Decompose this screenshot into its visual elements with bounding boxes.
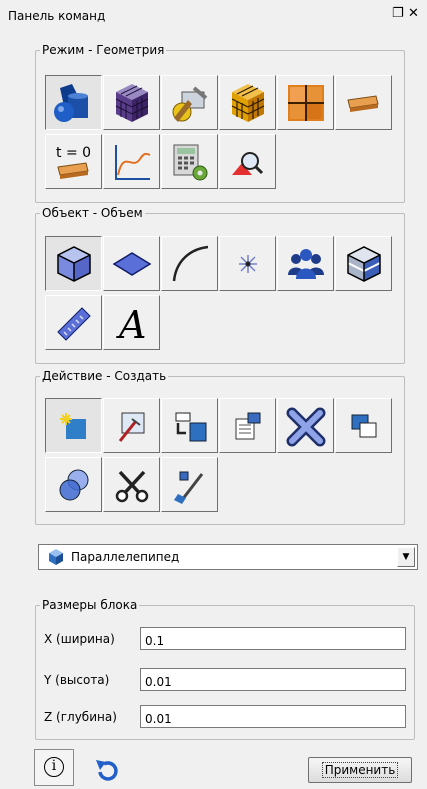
- info-button[interactable]: i: [34, 749, 74, 786]
- shape-select[interactable]: Параллелепипед ▼: [38, 544, 418, 570]
- edit-icon: [118, 412, 145, 442]
- t-zero-label: t = 0: [56, 145, 91, 161]
- create-button[interactable]: [45, 398, 102, 453]
- mesh-cube-icon: [115, 84, 149, 122]
- group-legend: Режим - Геометрия: [42, 43, 165, 57]
- measure-button[interactable]: [45, 295, 102, 350]
- copy-button[interactable]: [335, 398, 392, 453]
- boundary-button[interactable]: [335, 75, 392, 130]
- surface-button[interactable]: [103, 236, 160, 291]
- curve-button[interactable]: [161, 236, 218, 291]
- apply-label: Применить: [321, 762, 399, 778]
- y-height-field[interactable]: [140, 668, 406, 691]
- groups-button[interactable]: [277, 236, 334, 291]
- cut-button[interactable]: [103, 457, 160, 512]
- restore-icon[interactable]: ❐: [392, 6, 404, 21]
- paint-icon: [174, 471, 204, 504]
- title-bar: Панель команд ❐ ✕: [0, 0, 427, 28]
- tools-icon: [172, 86, 208, 122]
- x-width-field[interactable]: [140, 627, 406, 650]
- group-legend: Объект - Объем: [42, 206, 143, 220]
- assembly-icon: [347, 246, 381, 282]
- box-icon: [49, 549, 63, 565]
- group-legend: Размеры блока: [42, 598, 138, 612]
- info-icon: i: [44, 757, 64, 777]
- mesh-grid-button[interactable]: [219, 75, 276, 130]
- group-legend: Действие - Создать: [42, 369, 167, 383]
- calculator-button[interactable]: [161, 134, 218, 189]
- panel-title: Панель команд: [8, 9, 106, 23]
- reset-icon[interactable]: [92, 756, 122, 784]
- copy-icon: [351, 414, 377, 438]
- z-depth-label: Z (глубина): [44, 710, 117, 724]
- geometry-mode-button[interactable]: [45, 75, 102, 130]
- delete-icon: [286, 407, 326, 447]
- groups-icon: [288, 249, 324, 279]
- geometry-shapes-icon: [54, 84, 88, 122]
- volume-cube-icon: [57, 246, 91, 282]
- boolean-button[interactable]: [45, 457, 102, 512]
- delete-button[interactable]: [277, 398, 334, 453]
- initial-conditions-button[interactable]: t = 0: [45, 134, 102, 189]
- initial-conditions-icon: t = 0: [56, 145, 91, 179]
- create-icon: [60, 413, 86, 439]
- grid-button[interactable]: [277, 75, 334, 130]
- text-icon: A: [116, 303, 146, 344]
- ruler-icon: [57, 307, 91, 341]
- chevron-down-icon[interactable]: ▼: [397, 547, 415, 567]
- properties-icon: [235, 412, 261, 440]
- cut-icon: [115, 470, 149, 503]
- close-icon[interactable]: ✕: [408, 6, 419, 21]
- boundary-plate-icon: [347, 95, 379, 112]
- properties-button[interactable]: [219, 398, 276, 453]
- boolean-icon: [59, 469, 89, 501]
- apply-button[interactable]: Применить: [308, 757, 412, 783]
- mesh-grid-cube-icon: [231, 84, 265, 122]
- edit-button[interactable]: [103, 398, 160, 453]
- zoom-view-button[interactable]: [219, 134, 276, 189]
- text-button[interactable]: A: [103, 295, 160, 350]
- calculator-settings-icon: [173, 144, 208, 181]
- surface-icon: [112, 252, 152, 276]
- assembly-button[interactable]: [335, 236, 392, 291]
- move-button[interactable]: [161, 398, 218, 453]
- point-button[interactable]: [219, 236, 276, 291]
- text-glyph: A: [116, 303, 146, 344]
- tools-button[interactable]: [161, 75, 218, 130]
- x-width-label: X (ширина): [44, 632, 115, 646]
- zoom-view-icon: [232, 152, 264, 175]
- curve-icon: [172, 245, 209, 282]
- graph-button[interactable]: [103, 134, 160, 189]
- volume-button[interactable]: [45, 236, 102, 291]
- paint-button[interactable]: [161, 457, 218, 512]
- mesh-button[interactable]: [103, 75, 160, 130]
- graph-icon: [115, 145, 151, 180]
- z-depth-field[interactable]: [140, 705, 406, 728]
- grid-icon: [288, 85, 324, 121]
- point-icon: [239, 255, 257, 273]
- y-height-label: Y (высота): [44, 673, 110, 687]
- move-icon: [175, 412, 207, 442]
- shape-select-value: Параллелепипед: [71, 550, 180, 564]
